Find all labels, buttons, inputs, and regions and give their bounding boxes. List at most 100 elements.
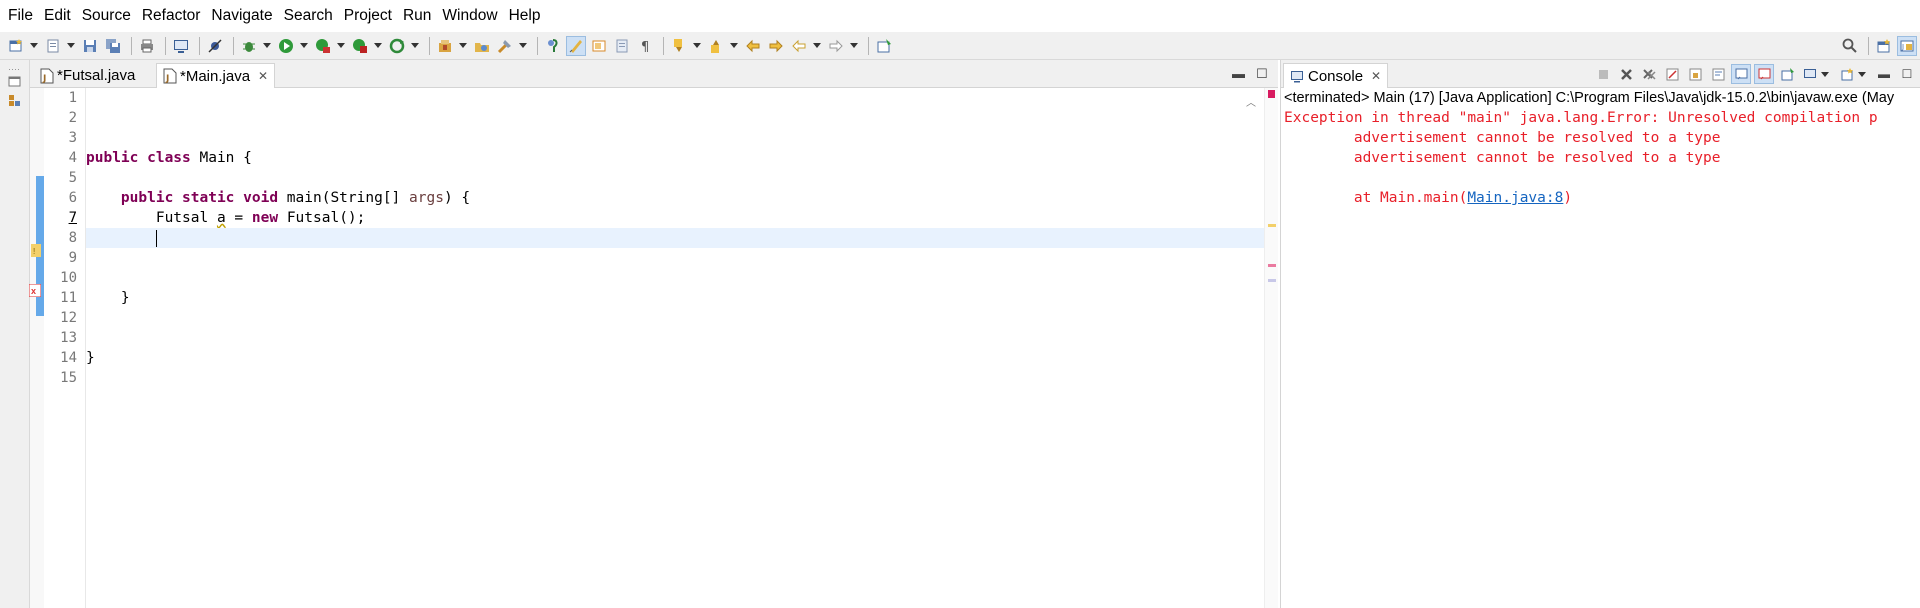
terminate-icon[interactable] [1593, 64, 1613, 84]
terminal-icon[interactable] [171, 36, 191, 56]
package-explorer-icon[interactable] [8, 94, 21, 107]
search-tool-dropdown[interactable] [518, 36, 528, 56]
skip-breakpoints-icon[interactable] [205, 36, 225, 56]
back-dropdown[interactable] [812, 36, 822, 56]
print-icon[interactable] [137, 36, 157, 56]
tab-label: *Main.java [180, 67, 251, 85]
line-number: 9 [68, 250, 77, 266]
console-output-line: advertisement cannot be resolved to a ty… [1284, 150, 1721, 166]
error-icon[interactable]: x [28, 283, 42, 298]
code-area[interactable]: ! x 1 2 3 4 5 6 7 8 9 10 11 12 13 14 15 public class M… [28, 88, 1278, 608]
debug-dropdown[interactable] [262, 36, 272, 56]
next-annotation-dropdown[interactable] [692, 36, 702, 56]
search-tool-icon[interactable] [495, 36, 515, 56]
menu-refactor[interactable]: Refactor [140, 7, 210, 25]
show-console-on-output-icon[interactable] [1731, 64, 1751, 84]
external-tools-dropdown[interactable] [373, 36, 383, 56]
code-text-segment: Futsal [155, 210, 217, 226]
clear-console-icon[interactable] [1662, 64, 1682, 84]
menu-bar: File Edit Source Refactor Navigate Searc… [0, 0, 1920, 32]
code-text-segment: main(String[] [278, 190, 410, 206]
warning-marker[interactable] [1268, 224, 1276, 227]
toolbar-separator [663, 36, 664, 55]
external-tools-icon[interactable] [350, 36, 370, 56]
refresh-dropdown[interactable] [410, 36, 420, 56]
open-perspective-icon[interactable] [1874, 36, 1894, 56]
stack-trace-link[interactable]: Main.java:8 [1467, 190, 1563, 206]
tab-main-java[interactable]: J *Main.java ✕ [156, 63, 276, 88]
coverage-icon[interactable] [313, 36, 333, 56]
code-text[interactable]: public class Main { public static void m… [86, 88, 1266, 608]
overview-ruler[interactable] [1264, 88, 1278, 608]
remove-launch-icon[interactable] [1616, 64, 1636, 84]
close-icon[interactable]: ✕ [258, 69, 268, 83]
previous-annotation-dropdown[interactable] [729, 36, 739, 56]
new-wizard-dropdown[interactable] [29, 36, 39, 56]
minimize-icon[interactable]: ▬ [1874, 64, 1894, 84]
paragraph-icon[interactable]: ¶ [635, 36, 655, 56]
menu-source[interactable]: Source [80, 7, 140, 25]
menu-edit[interactable]: Edit [42, 7, 80, 25]
trim-dots: ···· [8, 64, 20, 74]
save-icon[interactable] [80, 36, 100, 56]
show-console-on-error-icon[interactable] [1754, 64, 1774, 84]
open-type-icon[interactable] [472, 36, 492, 56]
java-perspective-icon[interactable]: J [1897, 35, 1917, 56]
menu-run[interactable]: Run [401, 7, 440, 25]
forward-dropdown[interactable] [849, 36, 859, 56]
line-number: 13 [60, 330, 77, 346]
display-console-dropdown[interactable] [1820, 64, 1830, 84]
block-selection-icon[interactable] [589, 36, 609, 56]
back-icon[interactable] [789, 36, 809, 56]
new-file-icon[interactable] [43, 36, 63, 56]
tab-futsal-java[interactable]: J *Futsal.java [34, 63, 141, 88]
menu-navigate[interactable]: Navigate [209, 7, 281, 25]
run-dropdown[interactable] [299, 36, 309, 56]
search-icon[interactable] [1840, 36, 1860, 56]
last-edit-icon[interactable] [743, 36, 763, 56]
tab-console[interactable]: Console ✕ [1283, 63, 1389, 88]
menu-search[interactable]: Search [282, 7, 342, 25]
forward-icon[interactable] [826, 36, 846, 56]
menu-window[interactable]: Window [440, 7, 506, 25]
last-edit-forward-icon[interactable] [766, 36, 786, 56]
menu-help[interactable]: Help [507, 7, 550, 25]
console-output[interactable]: Exception in thread "main" java.lang.Err… [1284, 108, 1918, 208]
refresh-icon[interactable] [387, 36, 407, 56]
next-annotation-icon[interactable] [669, 36, 689, 56]
menu-file[interactable]: File [6, 7, 42, 25]
pin-console-icon[interactable] [1777, 64, 1797, 84]
save-all-icon[interactable] [103, 36, 123, 56]
remove-all-terminated-icon[interactable] [1639, 64, 1659, 84]
debug-icon[interactable] [239, 36, 259, 56]
warning-icon[interactable]: ! [31, 244, 41, 257]
new-java-project-dropdown[interactable] [458, 36, 468, 56]
new-java-project-icon[interactable] [435, 36, 455, 56]
display-selected-console-icon[interactable] [1800, 64, 1820, 84]
maximize-icon[interactable]: ☐ [1897, 64, 1917, 84]
new-file-dropdown[interactable] [66, 36, 76, 56]
scroll-lock-icon[interactable] [1685, 64, 1705, 84]
previous-annotation-icon[interactable] [706, 36, 726, 56]
close-icon[interactable]: ✕ [1371, 69, 1381, 83]
occurrence-marker[interactable] [1268, 279, 1276, 282]
menu-project[interactable]: Project [342, 7, 401, 25]
coverage-dropdown[interactable] [336, 36, 346, 56]
maximize-icon[interactable]: ☐ [1256, 66, 1268, 82]
restore-view-icon[interactable] [8, 74, 21, 87]
run-icon[interactable] [276, 36, 296, 56]
console-toolbar: ▬ ☐ [1590, 64, 1917, 84]
error-summary-marker[interactable] [1268, 90, 1275, 98]
word-wrap-icon[interactable] [1708, 64, 1728, 84]
toolbar-separator [1868, 36, 1869, 55]
error-marker[interactable] [1268, 264, 1276, 267]
minimize-icon[interactable]: ▬ [1232, 66, 1245, 81]
new-wizard-icon[interactable] [6, 36, 26, 56]
show-whitespace-icon[interactable] [612, 36, 632, 56]
toggle-mark-occurrences-icon[interactable] [543, 36, 563, 56]
pin-editor-icon[interactable] [874, 36, 894, 56]
open-console-dropdown[interactable] [1857, 64, 1867, 84]
scroll-up-icon[interactable]: ︿ [1246, 94, 1256, 109]
open-console-icon[interactable] [1837, 64, 1857, 84]
toggle-edit-icon[interactable] [566, 35, 586, 56]
